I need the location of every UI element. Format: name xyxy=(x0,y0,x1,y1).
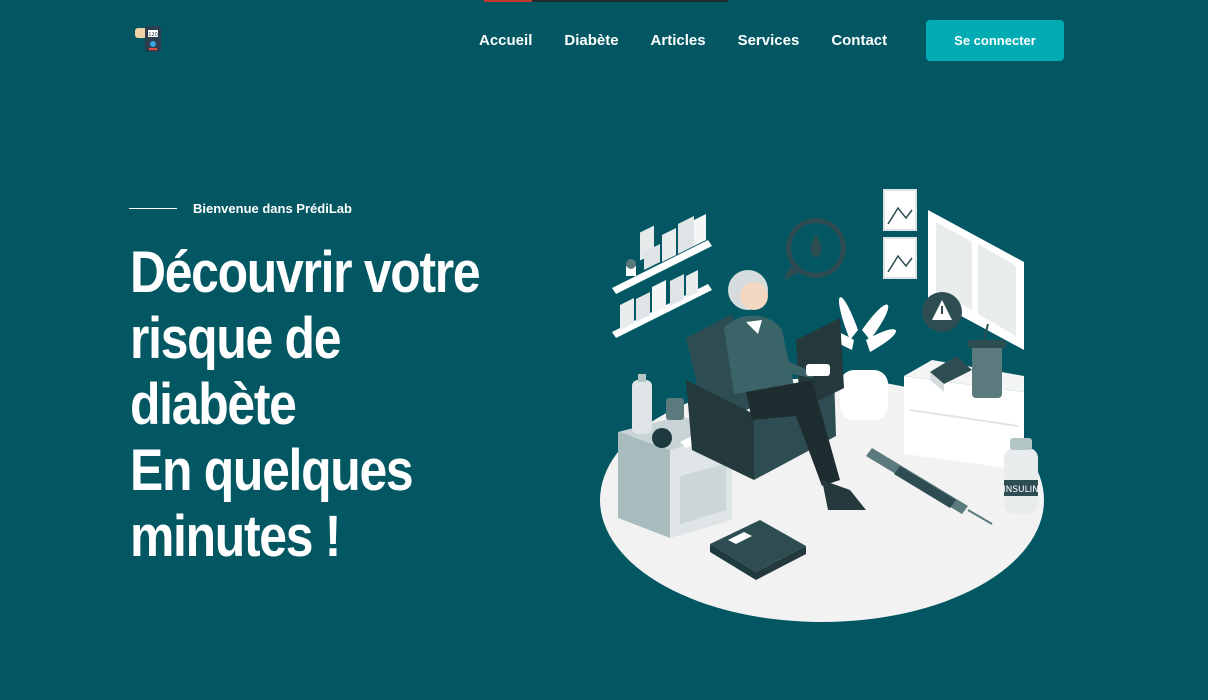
hero-title-line: En quelques xyxy=(130,438,414,503)
hero-title-line: diabète xyxy=(130,372,297,437)
nav-link-contact[interactable]: Contact xyxy=(831,32,887,49)
nav-link-articles[interactable]: Articles xyxy=(651,32,706,49)
main-nav: Accueil Diabète Articles Services Contac… xyxy=(479,20,887,60)
login-button[interactable]: Se connecter xyxy=(926,20,1064,61)
site-header: 120 Accueil Diabète Articles Services Co… xyxy=(133,20,1064,61)
nav-link-services[interactable]: Services xyxy=(738,32,800,49)
predilab-logo-icon[interactable]: 120 xyxy=(133,22,167,56)
hero-illustration: INSULIN xyxy=(600,180,1060,630)
nav-link-accueil[interactable]: Accueil xyxy=(479,32,532,49)
svg-text:120: 120 xyxy=(148,32,158,38)
welcome-tagline: Bienvenue dans PrédiLab xyxy=(129,201,352,216)
hero-title-line: Découvrir votre xyxy=(130,240,481,305)
nav-link-diabete[interactable]: Diabète xyxy=(564,32,618,49)
insulin-label: INSULIN xyxy=(1003,485,1039,495)
top-scroll-indicator xyxy=(484,0,728,2)
tagline-divider xyxy=(129,208,177,209)
hero-title-line: risque de xyxy=(130,306,341,371)
hero-title: Découvrir votre risque de diabète En que… xyxy=(130,240,491,570)
hero-title-line: minutes ! xyxy=(130,504,341,569)
welcome-text: Bienvenue dans PrédiLab xyxy=(193,201,352,216)
